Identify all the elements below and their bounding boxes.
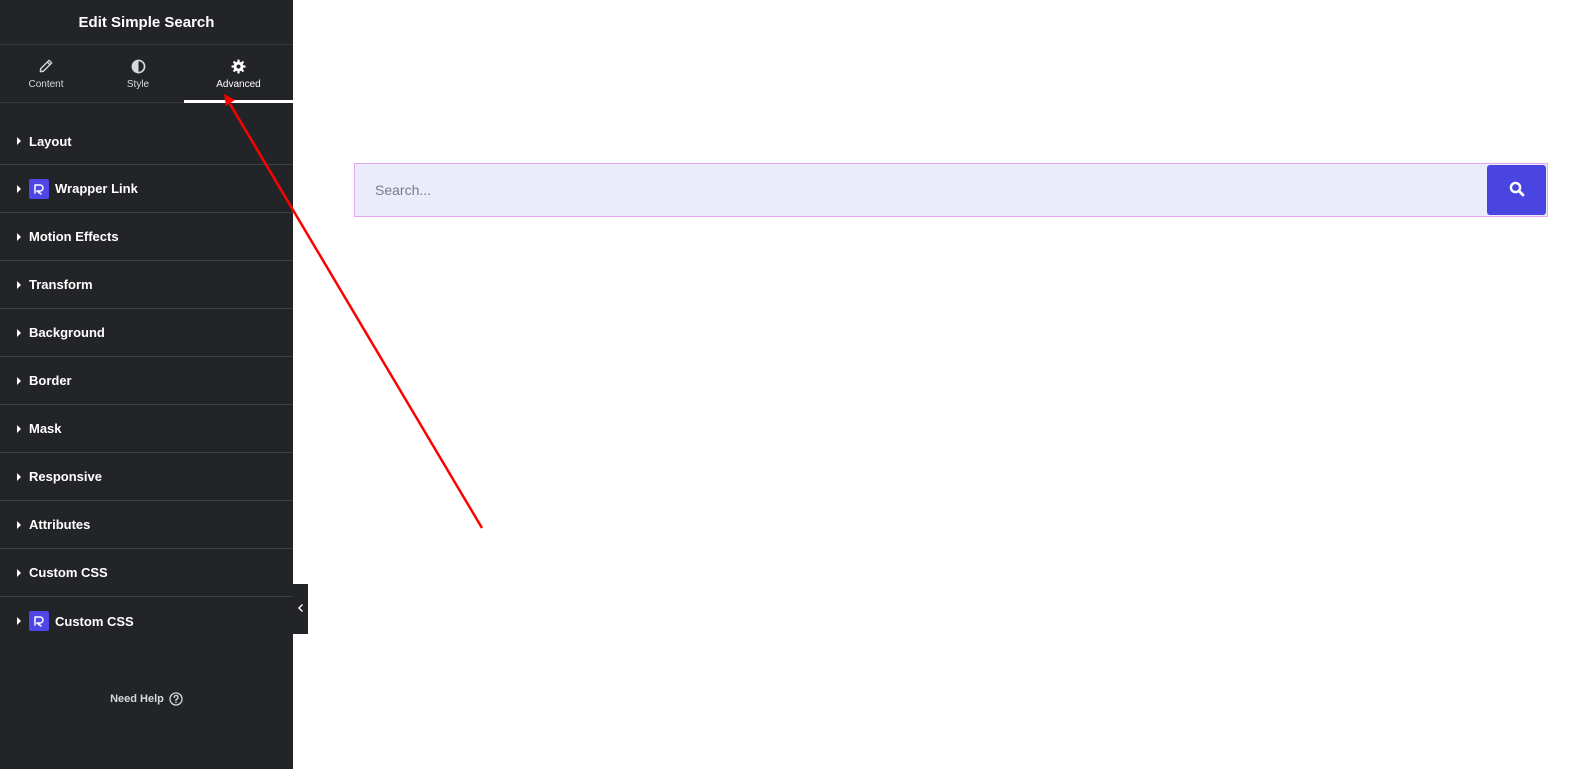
section-label: Responsive <box>29 469 102 484</box>
caret-right-icon <box>17 424 21 433</box>
section-label: Wrapper Link <box>55 181 138 196</box>
panel-header: Edit Simple Search <box>0 0 293 45</box>
panel-tabs: Content Style Advanced <box>0 45 293 103</box>
collapse-panel-button[interactable] <box>293 584 308 634</box>
section-custom-css[interactable]: Custom CSS <box>0 549 293 597</box>
need-help-label: Need Help <box>110 693 164 705</box>
tab-advanced-label: Advanced <box>216 79 261 90</box>
section-mask[interactable]: Mask <box>0 405 293 453</box>
chevron-left-icon <box>297 600 305 618</box>
section-wrapper-link[interactable]: Wrapper Link <box>0 165 293 213</box>
section-layout[interactable]: Layout <box>0 118 293 165</box>
caret-right-icon <box>17 328 21 337</box>
gear-icon <box>231 57 246 75</box>
section-motion-effects[interactable]: Motion Effects <box>0 213 293 261</box>
section-list: Layout Wrapper Link Motion Effects Trans… <box>0 103 293 645</box>
section-responsive[interactable]: Responsive <box>0 453 293 501</box>
need-help-link[interactable]: Need Help <box>0 692 293 706</box>
caret-right-icon <box>17 520 21 529</box>
caret-right-icon <box>17 617 21 625</box>
half-circle-icon <box>131 57 146 75</box>
pencil-icon <box>39 57 53 75</box>
section-label: Transform <box>29 277 93 292</box>
tab-content-label: Content <box>28 79 64 90</box>
section-label: Custom CSS <box>55 613 134 629</box>
tab-advanced[interactable]: Advanced <box>184 45 293 103</box>
section-label: Border <box>29 373 72 388</box>
tab-content[interactable]: Content <box>0 45 92 102</box>
section-label: Custom CSS <box>29 565 108 580</box>
caret-right-icon <box>17 568 21 577</box>
caret-right-icon <box>17 184 21 193</box>
caret-right-icon <box>17 280 21 289</box>
plugin-logo-icon <box>29 178 49 199</box>
search-button[interactable] <box>1487 165 1546 215</box>
section-background[interactable]: Background <box>0 309 293 357</box>
search-input[interactable] <box>355 164 1485 216</box>
plugin-logo-icon <box>29 611 49 631</box>
tab-style[interactable]: Style <box>92 45 184 102</box>
section-label: Motion Effects <box>29 229 119 244</box>
section-label: Mask <box>29 421 62 436</box>
editor-panel: Edit Simple Search Content Style Advance… <box>0 0 293 769</box>
section-label: Attributes <box>29 517 91 532</box>
section-transform[interactable]: Transform <box>0 261 293 309</box>
section-border[interactable]: Border <box>0 357 293 405</box>
section-attributes[interactable]: Attributes <box>0 501 293 549</box>
caret-right-icon <box>17 232 21 241</box>
section-label: Background <box>29 325 105 340</box>
caret-right-icon <box>17 137 21 145</box>
caret-right-icon <box>17 376 21 385</box>
question-circle-icon <box>169 692 183 706</box>
tab-style-label: Style <box>126 79 150 90</box>
panel-title: Edit Simple Search <box>78 13 215 31</box>
section-label: Layout <box>29 133 72 149</box>
section-custom-css-plugin[interactable]: Custom CSS <box>0 597 293 645</box>
caret-right-icon <box>17 472 21 481</box>
search-icon <box>1509 181 1525 200</box>
simple-search-widget <box>354 163 1548 217</box>
